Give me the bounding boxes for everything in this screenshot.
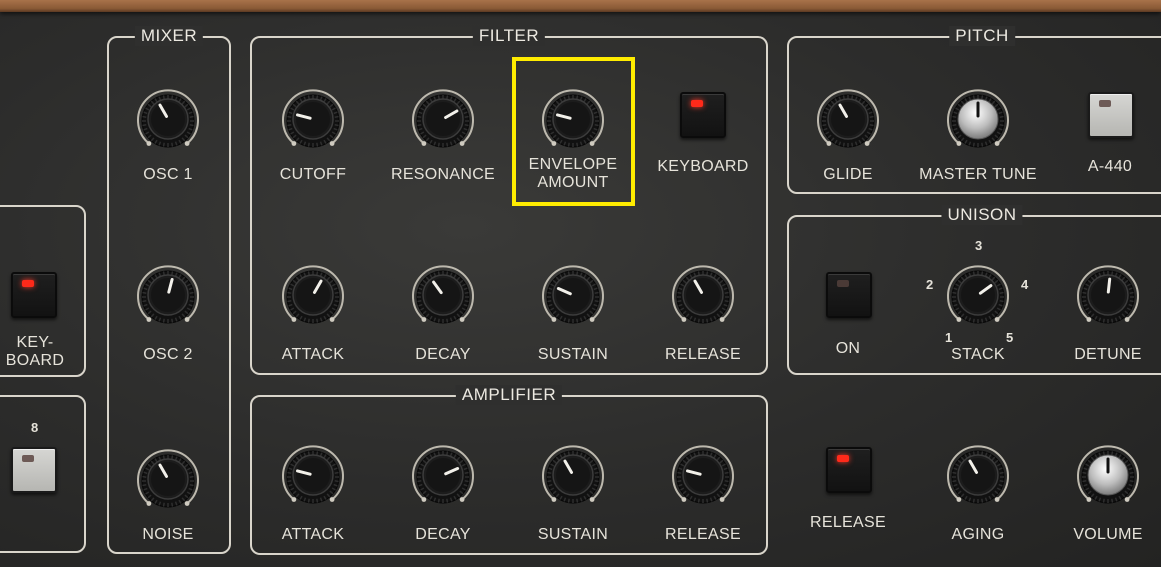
amp-attack-knob[interactable]	[273, 436, 353, 516]
filter-release-label: RELEASE	[665, 346, 741, 363]
master-tune-label: MASTER TUNE	[919, 166, 1037, 183]
filter-keyboard-button[interactable]	[680, 92, 726, 138]
amp-attack-label: ATTACK	[281, 526, 345, 543]
osc2-label: OSC 2	[143, 346, 193, 363]
knob-graphic	[137, 449, 199, 508]
filter-decay-knob[interactable]	[403, 256, 483, 336]
amp-sustain-label: SUSTAIN	[537, 526, 609, 543]
led-indicator	[22, 280, 34, 287]
detune-knob[interactable]	[1068, 256, 1148, 336]
detune-label: DETUNE	[1074, 346, 1142, 363]
amplifier-title: AMPLIFIER	[455, 385, 563, 405]
knob-graphic	[412, 265, 474, 324]
aging-label: AGING	[951, 526, 1005, 543]
knob-graphic	[947, 445, 1009, 504]
led-indicator	[1099, 100, 1111, 107]
amp-release-knob[interactable]	[663, 436, 743, 516]
cutoff-label: CUTOFF	[279, 166, 347, 183]
focus-highlight	[512, 57, 635, 206]
volume-knob[interactable]	[1068, 436, 1148, 516]
stack-mark-4: 4	[1021, 277, 1029, 292]
knob-graphic	[947, 265, 1009, 324]
knob-graphic	[1077, 445, 1139, 504]
master-tune-knob[interactable]	[938, 80, 1018, 160]
noise-label: NOISE	[142, 526, 194, 543]
wood-trim	[0, 0, 1161, 12]
filter-attack-label: ATTACK	[281, 346, 345, 363]
filter-decay-label: DECAY	[415, 346, 471, 363]
a440-label: A-440	[1087, 158, 1133, 175]
resonance-knob[interactable]	[403, 80, 483, 160]
led-indicator	[691, 100, 703, 107]
filter-sustain-label: SUSTAIN	[537, 346, 609, 363]
pitch-title: PITCH	[949, 26, 1015, 46]
knob-graphic	[542, 445, 604, 504]
left-voice-button[interactable]	[11, 447, 57, 493]
amp-decay-label: DECAY	[415, 526, 471, 543]
knob-graphic	[282, 89, 344, 148]
stack-mark-2: 2	[926, 277, 934, 292]
knob-graphic	[672, 265, 734, 324]
osc2-knob[interactable]	[128, 256, 208, 336]
unison-on-label: ON	[835, 340, 861, 357]
filter-title: FILTER	[472, 26, 546, 46]
knob-graphic	[412, 89, 474, 148]
glide-label: GLIDE	[823, 166, 873, 183]
led-indicator	[22, 455, 34, 462]
knob-graphic	[542, 265, 604, 324]
volume-label: VOLUME	[1073, 526, 1143, 543]
left-keyboard-label-1: KEY-	[16, 334, 54, 351]
amp-sustain-knob[interactable]	[533, 436, 613, 516]
knob-graphic	[412, 445, 474, 504]
left-keyboard-button[interactable]	[11, 272, 57, 318]
stack-mark-5: 5	[1006, 330, 1014, 345]
amp-release-label: RELEASE	[665, 526, 741, 543]
glide-knob[interactable]	[808, 80, 888, 160]
led-indicator	[837, 280, 849, 287]
amp-decay-knob[interactable]	[403, 436, 483, 516]
stack-label: STACK	[951, 346, 1005, 363]
unison-on-button[interactable]	[826, 272, 872, 318]
knob-graphic	[947, 89, 1009, 148]
release-button-label: RELEASE	[810, 514, 886, 531]
aging-knob[interactable]	[938, 436, 1018, 516]
filter-sustain-knob[interactable]	[533, 256, 613, 336]
led-indicator	[837, 455, 849, 462]
knob-graphic	[672, 445, 734, 504]
knob-graphic	[817, 89, 879, 148]
knob-graphic	[137, 89, 199, 148]
stack-knob[interactable]	[938, 256, 1018, 336]
noise-knob[interactable]	[128, 440, 208, 520]
resonance-label: RESONANCE	[390, 166, 496, 183]
osc1-label: OSC 1	[143, 166, 193, 183]
voice-count-label: 8	[31, 420, 39, 435]
knob-graphic	[282, 265, 344, 324]
release-button[interactable]	[826, 447, 872, 493]
osc1-knob[interactable]	[128, 80, 208, 160]
cutoff-knob[interactable]	[273, 80, 353, 160]
knob-graphic	[137, 265, 199, 324]
filter-release-knob[interactable]	[663, 256, 743, 336]
left-keyboard-label-2: BOARD	[5, 352, 65, 369]
keyboard-label: KEYBOARD	[657, 158, 749, 175]
knob-graphic	[282, 445, 344, 504]
stack-mark-1: 1	[945, 330, 953, 345]
filter-attack-knob[interactable]	[273, 256, 353, 336]
unison-title: UNISON	[941, 205, 1023, 225]
knob-graphic	[1077, 265, 1139, 324]
mixer-title: MIXER	[134, 26, 204, 46]
stack-mark-3: 3	[975, 238, 983, 253]
a440-button[interactable]	[1088, 92, 1134, 138]
